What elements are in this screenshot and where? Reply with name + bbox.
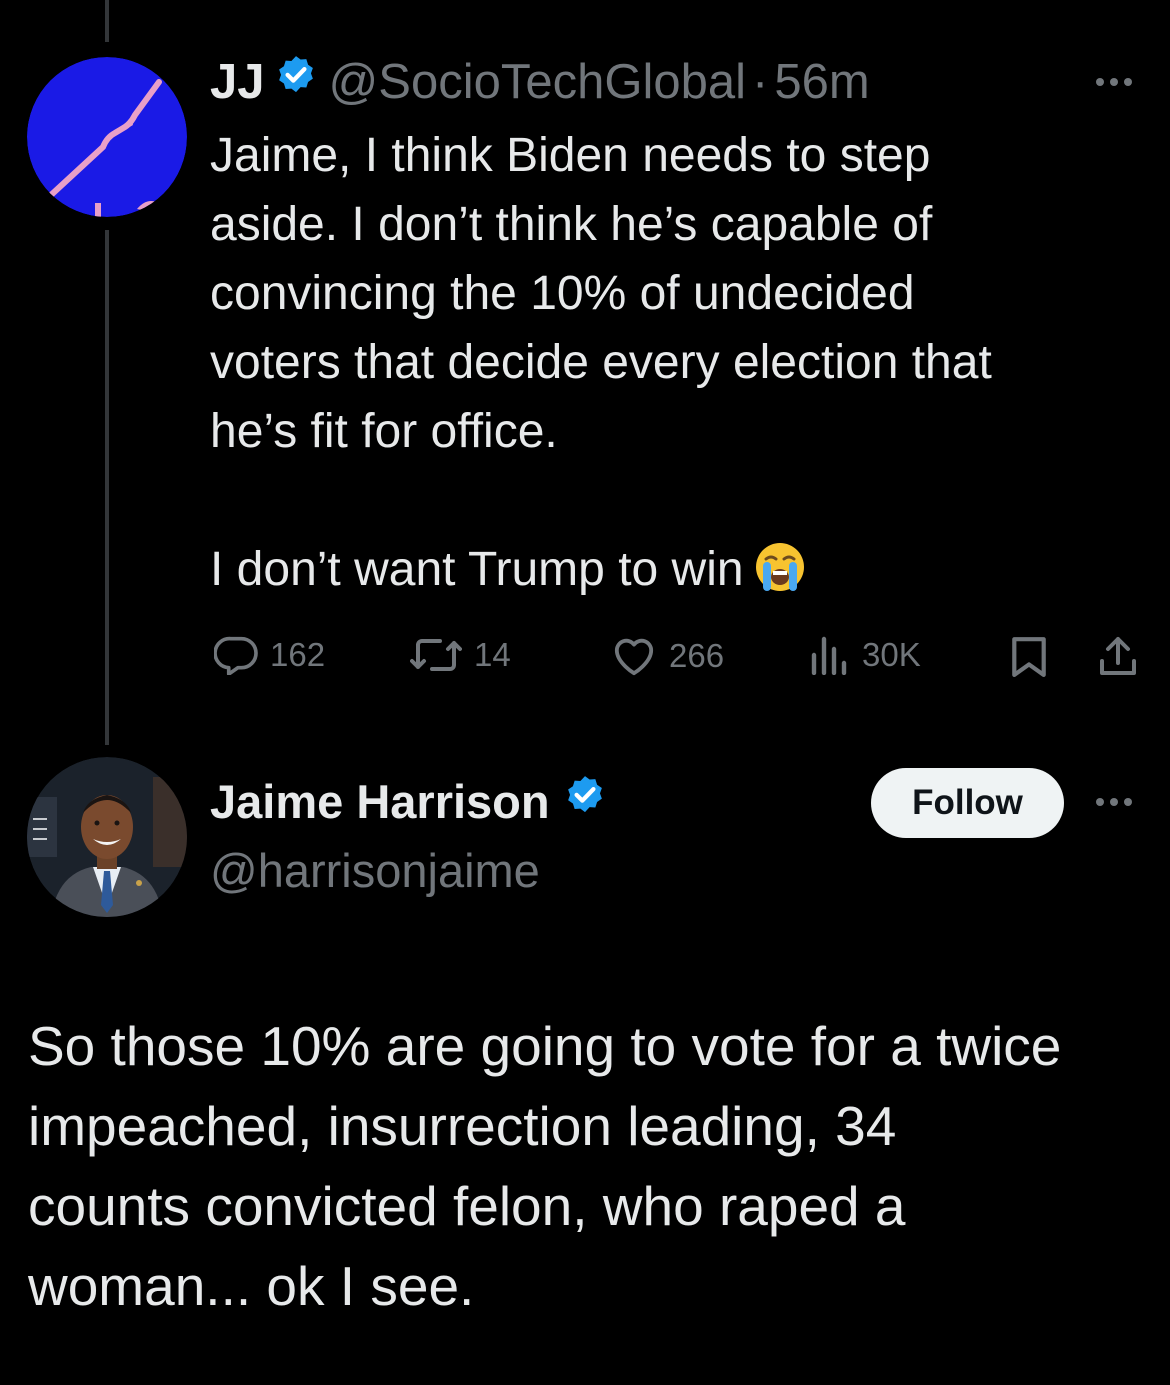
- parent-timestamp[interactable]: 56m: [774, 54, 869, 110]
- parent-tweet-text: Jaime, I think Biden needs to step aside…: [210, 121, 1140, 612]
- main-author-handle[interactable]: @harrisonjaime: [210, 843, 540, 898]
- follow-button[interactable]: Follow: [871, 768, 1064, 838]
- header-separator: ·: [751, 55, 769, 109]
- parent-author-name[interactable]: JJ: [210, 54, 265, 110]
- like-count: 266: [669, 637, 725, 674]
- avatar-socio-tech-global[interactable]: [27, 57, 187, 217]
- main-text-line: So those 10% are going to vote for a twi…: [28, 1015, 1062, 1077]
- bookmark-icon: [1010, 635, 1048, 677]
- repost-count: 14: [474, 636, 511, 673]
- verified-badge-icon: [562, 773, 608, 830]
- parent-text-line: convincing the 10% of undecided: [210, 267, 915, 320]
- views-button[interactable]: 30K: [810, 635, 921, 675]
- loudly-crying-face-icon: [754, 541, 806, 612]
- main-text-line: impeached, insurrection leading, 34: [28, 1095, 897, 1157]
- thread-line-top: [105, 0, 109, 42]
- parent-author-handle[interactable]: @SocioTechGlobal: [329, 54, 746, 110]
- parent-tweet-header: JJ @SocioTechGlobal · 56m: [210, 52, 870, 112]
- like-button[interactable]: 266: [611, 635, 724, 677]
- repost-button[interactable]: 14: [410, 635, 511, 675]
- parent-text-line: voters that decide every election that: [210, 336, 992, 389]
- parent-text-line: he’s fit for office.: [210, 405, 558, 458]
- main-more-options-icon[interactable]: [1096, 798, 1132, 806]
- view-count: 30K: [862, 636, 921, 673]
- repost-icon: [410, 635, 462, 675]
- bookmark-button[interactable]: [1010, 635, 1048, 677]
- share-icon: [1098, 635, 1138, 677]
- avatar-jaime-harrison[interactable]: [27, 757, 187, 917]
- reply-icon: [214, 635, 258, 675]
- verified-badge-icon: [273, 53, 319, 111]
- main-text-line: counts convicted felon, who raped a: [28, 1175, 906, 1237]
- heart-icon: [611, 635, 657, 677]
- reply-button[interactable]: 162: [214, 635, 325, 675]
- analytics-icon: [810, 635, 850, 675]
- main-author-name-row: Jaime Harrison: [210, 773, 618, 830]
- main-tweet-text: So those 10% are going to vote for a twi…: [28, 1006, 1153, 1326]
- share-button[interactable]: [1098, 635, 1138, 677]
- parent-more-options-icon[interactable]: [1096, 78, 1132, 86]
- parent-text-line-2: I don’t want Trump to win: [210, 535, 1140, 612]
- parent-action-bar: 162 14 266 30K: [0, 625, 1170, 685]
- reply-count: 162: [270, 636, 326, 673]
- parent-text-line: Jaime, I think Biden needs to step: [210, 129, 931, 182]
- parent-text-line: aside. I don’t think he’s capable of: [210, 198, 933, 251]
- parent-text-2: I don’t want Trump to win: [210, 543, 744, 596]
- main-author-name[interactable]: Jaime Harrison: [210, 774, 550, 829]
- main-text-line: woman... ok I see.: [28, 1255, 475, 1317]
